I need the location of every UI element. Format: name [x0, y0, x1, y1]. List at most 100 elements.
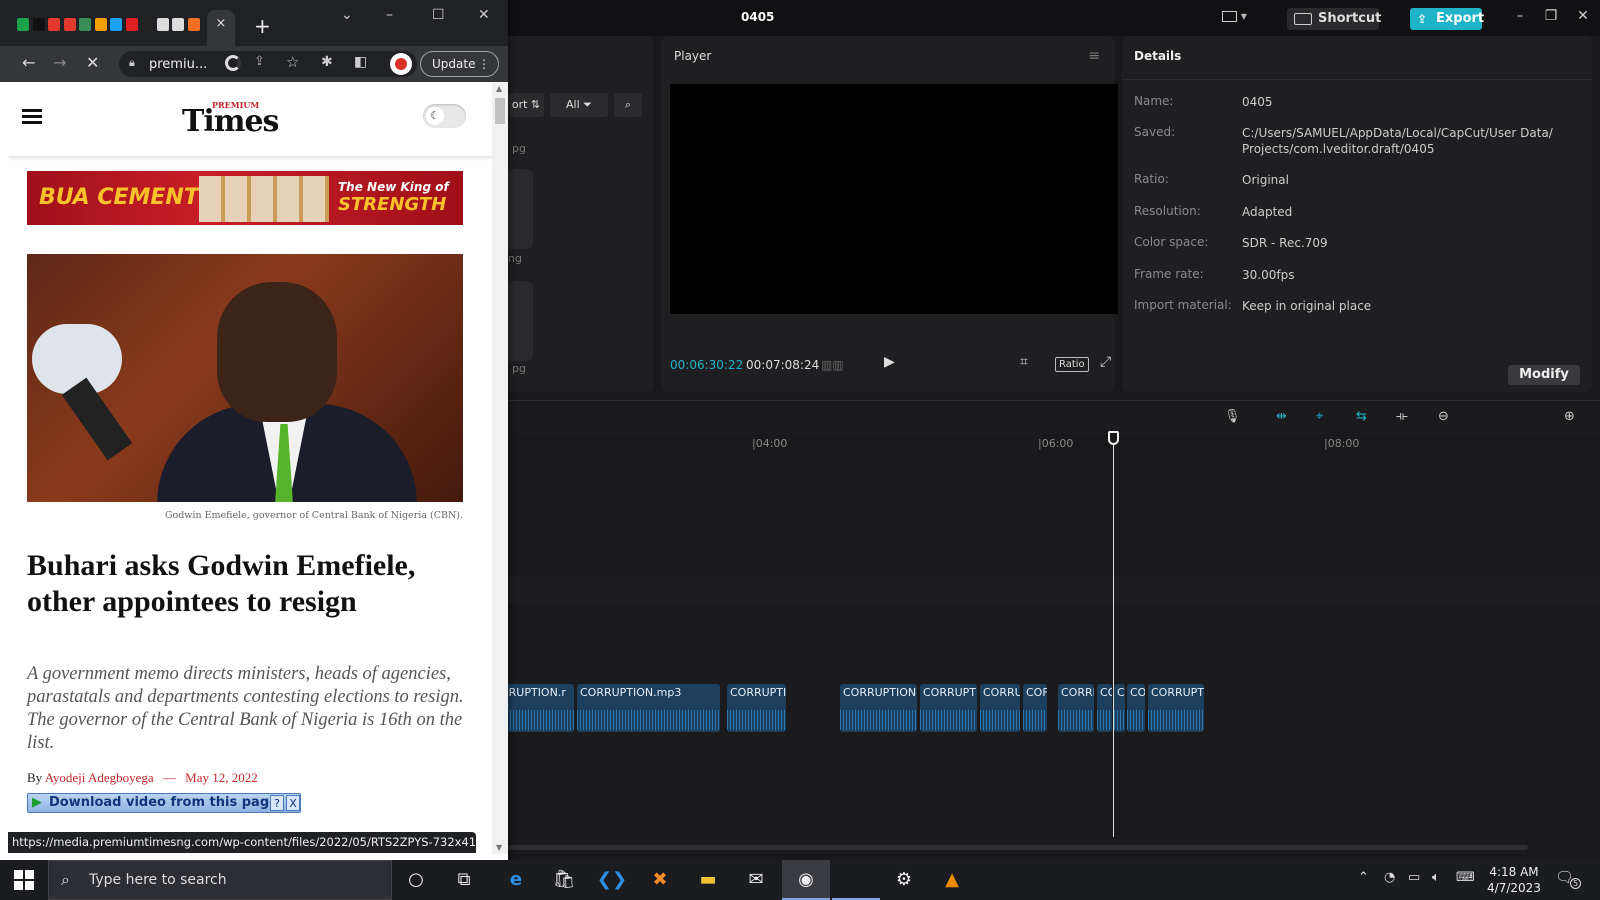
audio-clip[interactable]: CO	[1097, 684, 1112, 732]
scrollbar-thumb[interactable]	[495, 98, 505, 124]
cortana-icon[interactable]: ○	[392, 860, 440, 900]
task-view-icon[interactable]: ⧉	[440, 860, 488, 900]
tab-close-icon[interactable]: ×	[216, 16, 227, 31]
capcut-icon[interactable]	[832, 860, 880, 900]
export-button[interactable]: ⇪ Export	[1410, 8, 1484, 30]
tab-favicon[interactable]	[187, 18, 200, 31]
fit-view-icon[interactable]: ⌗	[1020, 354, 1028, 370]
system-clock[interactable]: 4:18 AM 4/7/2023	[1478, 864, 1550, 896]
tab-favicon[interactable]	[110, 18, 122, 31]
back-icon[interactable]: ←	[22, 53, 35, 72]
help-icon[interactable]: ?	[270, 795, 284, 811]
minimize-icon[interactable]: –	[386, 7, 393, 23]
auto-ripple-icon[interactable]: ⇆	[1356, 409, 1367, 424]
audio-clip[interactable]: CO	[1127, 684, 1145, 732]
audio-clip[interactable]: CORRUPTION.mp3	[577, 684, 720, 732]
link-clips-icon[interactable]: ⇹	[1276, 409, 1287, 424]
snap-icon[interactable]: ⌖	[1316, 409, 1323, 424]
site-logo[interactable]: Times	[182, 104, 279, 139]
audio-clip[interactable]: CORRUPTI	[920, 684, 977, 732]
playhead-handle[interactable]	[1108, 431, 1119, 445]
audio-clip[interactable]: C	[1114, 684, 1125, 732]
modify-button[interactable]: Modify	[1508, 365, 1580, 385]
audio-clip[interactable]: CORRU	[980, 684, 1020, 732]
windows-start-icon[interactable]	[14, 870, 34, 890]
advertisement-banner[interactable]: BUA CEMENT The New King of STRENGTH	[27, 171, 463, 225]
microsoft-store-icon[interactable]: 🛍︎	[540, 860, 588, 900]
scroll-down-icon[interactable]: ▼	[496, 843, 502, 852]
audio-clip[interactable]: CORRUPTI	[1148, 684, 1204, 732]
audio-clip[interactable]: RRUPTION.r	[498, 684, 574, 732]
close-icon[interactable]: ✕	[478, 7, 490, 23]
settings-icon[interactable]: ⚙	[880, 860, 928, 900]
timeline-scrollbar[interactable]	[498, 845, 1528, 850]
profile-avatar[interactable]	[390, 53, 412, 75]
extensions-icon[interactable]: ✱	[321, 54, 333, 70]
timeline-ruler[interactable]: |04:00 |06:00 |08:00	[498, 434, 1600, 456]
playhead-line[interactable]	[1113, 437, 1114, 837]
active-tab[interactable]: ×	[207, 10, 235, 46]
tab-favicon[interactable]	[156, 18, 169, 31]
forward-icon[interactable]: →	[53, 53, 66, 72]
menu-icon[interactable]: ≡	[1088, 48, 1100, 64]
tab-favicon[interactable]	[79, 18, 91, 31]
google-lens-icon[interactable]	[225, 55, 241, 71]
audio-clip[interactable]: COF	[1023, 684, 1047, 732]
update-button[interactable]: Update ⋮	[420, 51, 499, 77]
lock-icon[interactable]: 🔒︎	[129, 56, 135, 70]
microphone-icon[interactable]: 🎙︎	[1224, 409, 1241, 424]
tab-favicon[interactable]	[48, 18, 60, 31]
battery-icon[interactable]: ▭	[1408, 870, 1420, 885]
article-photo[interactable]	[27, 254, 463, 502]
ratio-button[interactable]: Ratio	[1055, 357, 1089, 372]
tab-favicon[interactable]	[32, 18, 45, 31]
zoom-in-icon[interactable]: ⊕	[1564, 409, 1575, 424]
scroll-up-icon[interactable]: ▲	[496, 84, 502, 93]
mail-icon[interactable]: ✉	[732, 860, 780, 900]
edge-icon[interactable]: e	[492, 860, 540, 900]
share-icon[interactable]: ⇪	[254, 54, 265, 69]
side-panel-icon[interactable]: ◧	[354, 54, 367, 70]
dark-mode-toggle[interactable]: ☾	[423, 104, 466, 128]
new-tab-button[interactable]: +	[254, 14, 271, 38]
vscode-icon[interactable]: ❮❯	[588, 860, 636, 900]
timeline-markers-icon[interactable]: ▥▥	[821, 358, 844, 372]
hamburger-menu-icon[interactable]	[22, 109, 42, 124]
network-icon[interactable]: ◔	[1384, 870, 1395, 885]
fullscreen-icon[interactable]: ⤢	[1100, 354, 1111, 370]
xampp-icon[interactable]: ✖	[636, 860, 684, 900]
file-explorer-icon[interactable]: ▬	[684, 860, 732, 900]
tab-favicon[interactable]	[94, 18, 107, 31]
maximize-icon[interactable]: ☐	[432, 7, 445, 23]
taskbar-search[interactable]: ⌕ Type here to search	[48, 860, 392, 900]
volume-icon[interactable]: 🔈︎	[1432, 870, 1440, 885]
video-preview[interactable]	[670, 84, 1118, 314]
tab-favicon[interactable]	[63, 18, 76, 31]
chrome-icon[interactable]: ◉	[782, 860, 830, 900]
timeline-track[interactable]	[498, 576, 1600, 604]
shortcut-button[interactable]: Shortcut	[1287, 8, 1381, 30]
vlc-icon[interactable]: ▲	[928, 860, 976, 900]
tab-favicon[interactable]	[141, 18, 153, 31]
notification-center-icon[interactable]: 🗨︎ 5	[1555, 868, 1581, 892]
play-icon[interactable]: ▶	[884, 354, 895, 370]
audio-clip[interactable]: CORRUPTIC	[727, 684, 786, 732]
tab-search-icon[interactable]: ⌄	[341, 7, 353, 23]
download-video-button[interactable]: ▶ Download video from this page ? X	[27, 793, 301, 813]
show-hidden-icons[interactable]: ⌃	[1358, 870, 1369, 885]
bookmark-star-icon[interactable]: ☆	[286, 53, 299, 71]
stop-icon[interactable]: ✕	[86, 53, 99, 72]
author-link[interactable]: Ayodeji Adegboyega	[45, 770, 154, 785]
close-icon[interactable]: ✕	[1574, 8, 1592, 24]
address-bar[interactable]: 🔒︎ premiu... ⇪ ☆	[119, 51, 417, 77]
page-scrollbar[interactable]: ▲ ▼	[492, 82, 508, 854]
search-placeholder[interactable]: Type here to search	[89, 872, 227, 888]
audio-clip[interactable]: CORRI	[1058, 684, 1094, 732]
close-icon[interactable]: X	[286, 795, 300, 811]
search-icon[interactable]: ⌕	[614, 93, 642, 117]
address-text[interactable]: premiu...	[149, 57, 207, 72]
tab-favicon[interactable]	[125, 18, 138, 31]
restore-icon[interactable]: ❐	[1542, 8, 1560, 24]
split-icon[interactable]: ⟛	[1396, 409, 1408, 424]
filter-all-button[interactable]: All ⏷	[550, 93, 608, 117]
